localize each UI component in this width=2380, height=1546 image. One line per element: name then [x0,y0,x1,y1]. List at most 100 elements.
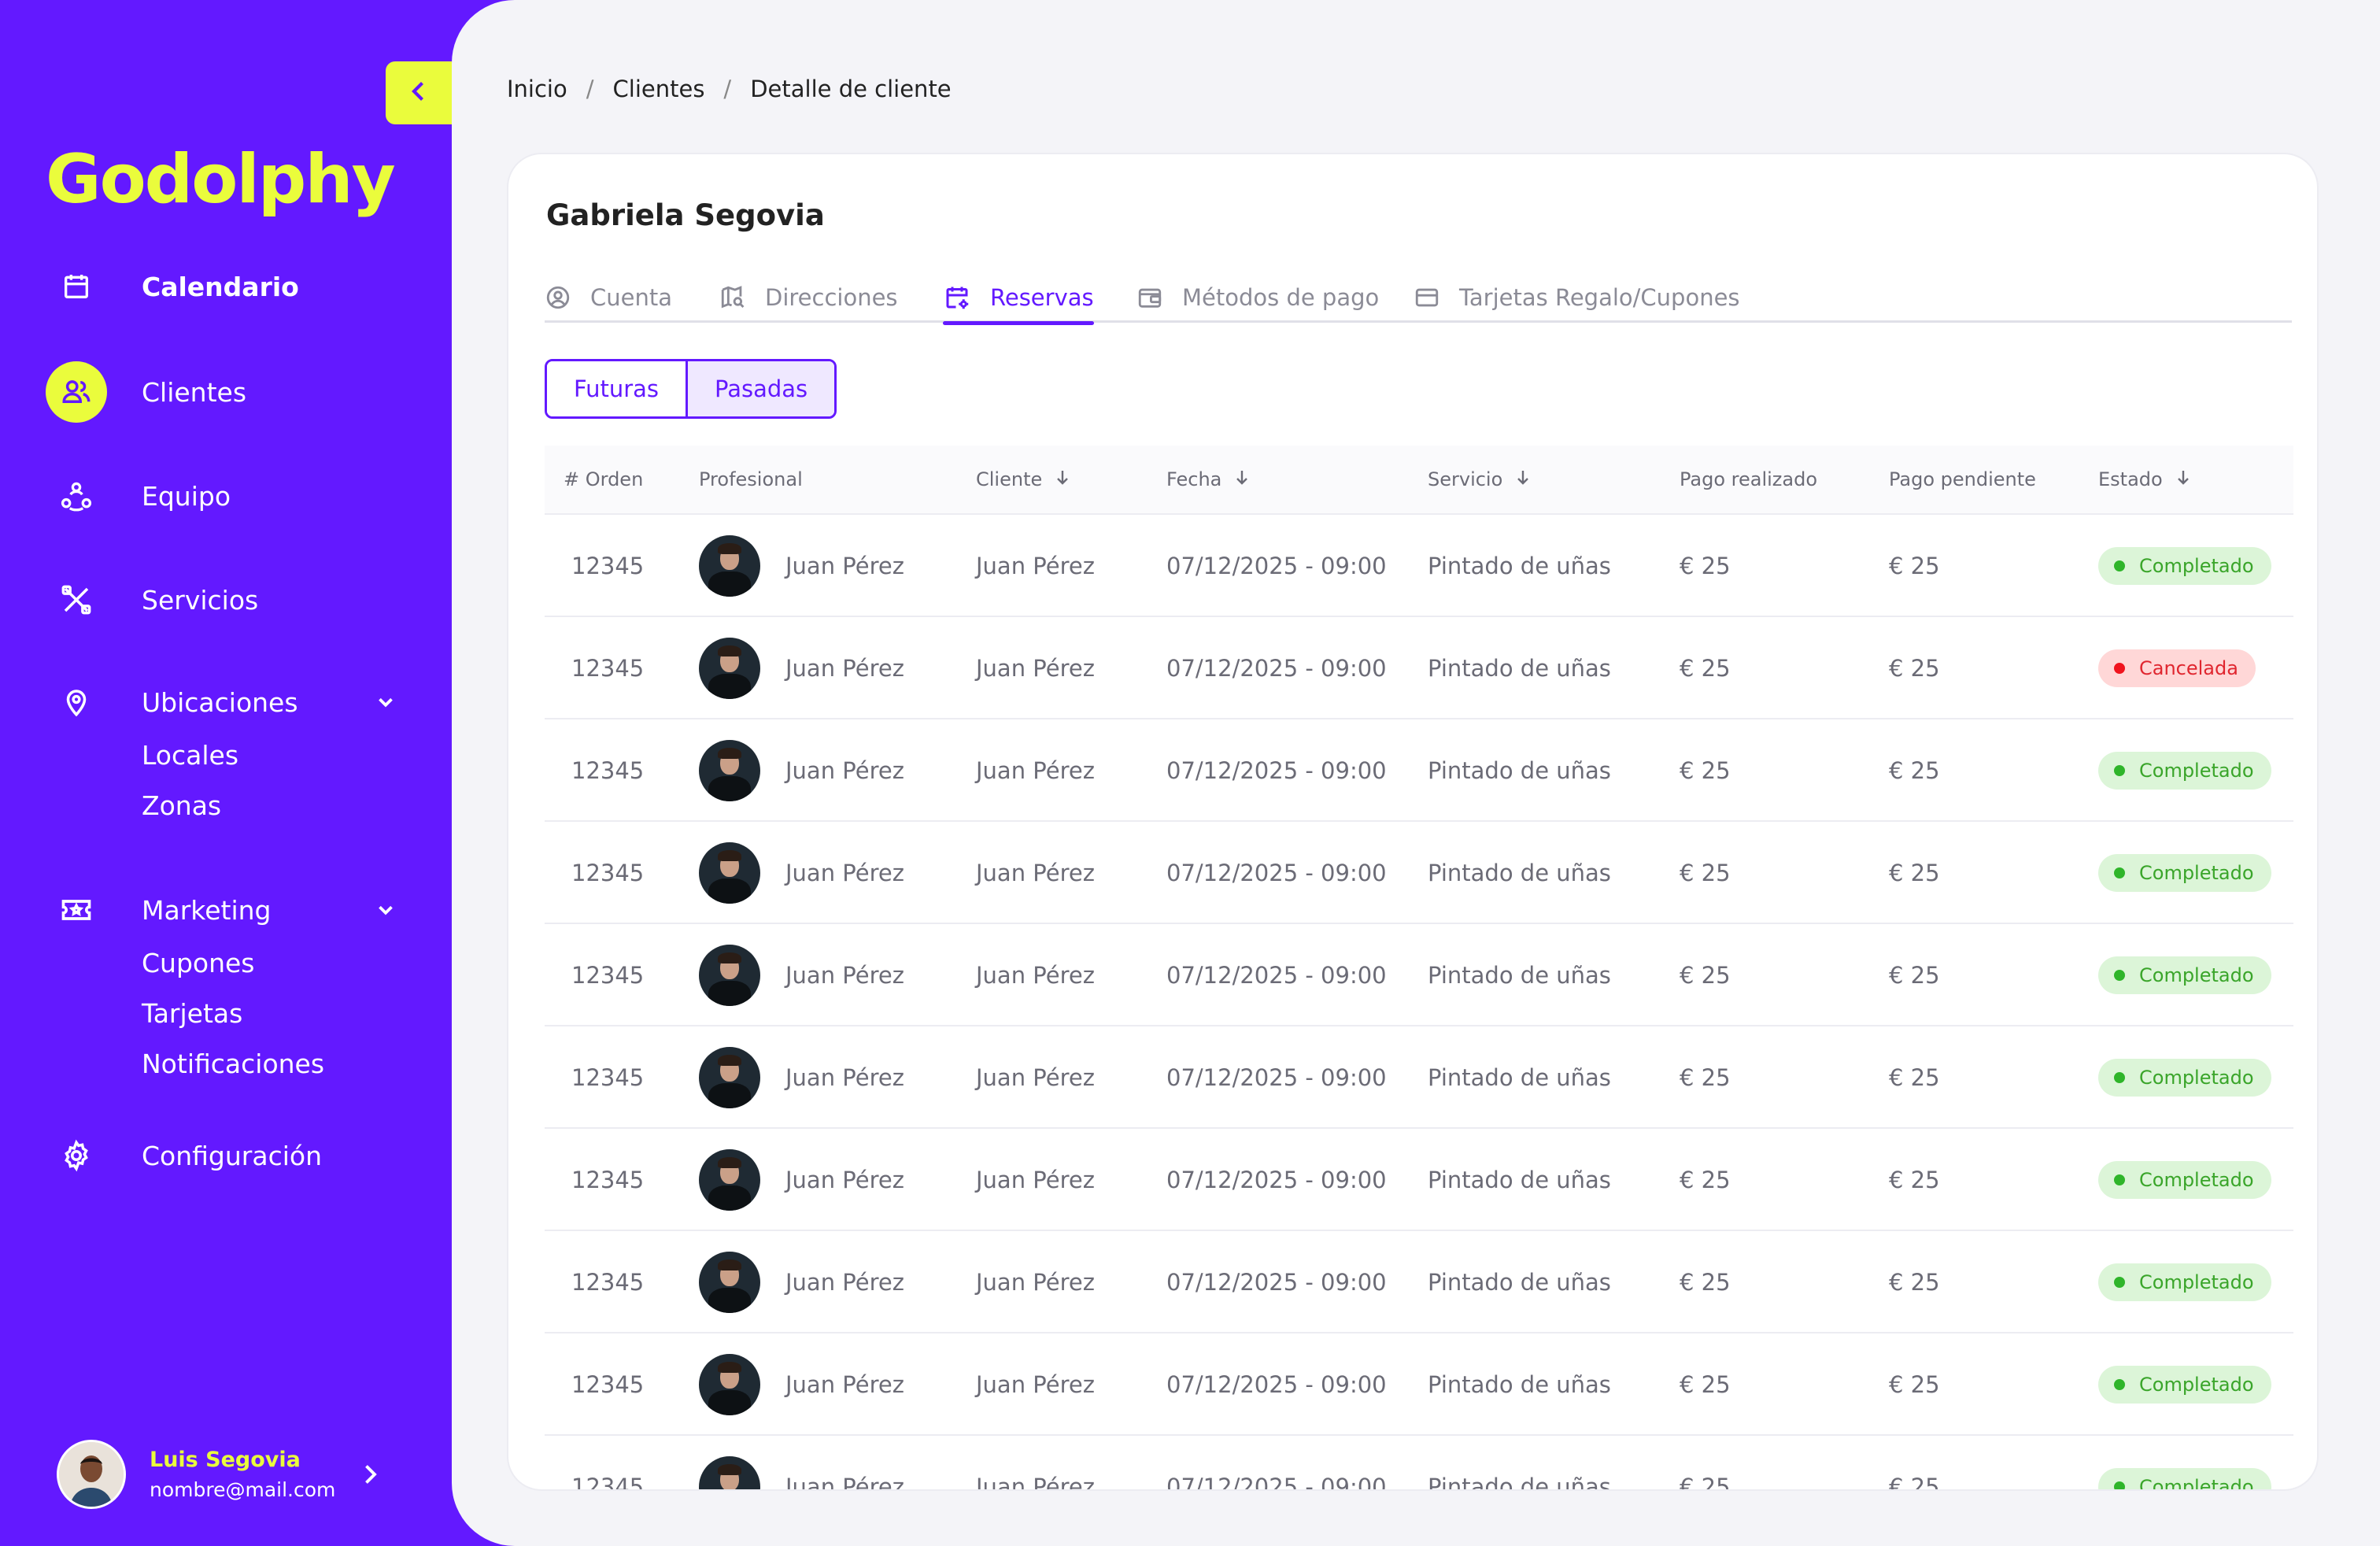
user-profile[interactable]: Luis Segovia nombre@mail.com [57,1439,387,1510]
cell-orden-text: 12345 [571,1167,645,1193]
sidebar-item-equipo[interactable]: Equipo [46,464,231,527]
sidebar-subitem-tarjetas[interactable]: Tarjetas [142,998,242,1029]
breadcrumb: Inicio / Clientes / Detalle de cliente [507,76,952,102]
column-header-orden: # Orden [564,468,644,490]
sidebar-subitem-zonas[interactable]: Zonas [142,790,221,821]
cell-servicio: Pintado de uñas [1428,924,1611,1026]
table-row[interactable]: 12345 Juan Pérez Juan Pérez 07/12/2025 - 09… [545,719,2293,822]
cell-fecha: 07/12/2025 - 09:00 [1166,515,1387,617]
tab-metodos-de-pago[interactable]: Métodos de pago [1136,272,1379,323]
cell-cliente-text: Juan Pérez [976,1371,1095,1398]
table-row[interactable]: 12345 Juan Pérez Juan Pérez 07/12/2025 - 09… [545,617,2293,719]
status-dot-icon [2114,970,2125,981]
breadcrumb-clientes[interactable]: Clientes [613,76,705,102]
tab-tarjetas-regalo[interactable]: Tarjetas Regalo/Cupones [1414,272,1740,323]
table-row[interactable]: 12345 Juan Pérez Juan Pérez 07/12/2025 - 09… [545,1333,2293,1436]
status-label: Completado [2139,760,2254,782]
sort-arrow-icon[interactable] [1053,468,1072,491]
avatar [699,1047,760,1108]
ticket-icon [46,879,107,941]
segment-pasadas[interactable]: Pasadas [686,361,835,416]
sidebar-item-ubicaciones[interactable]: Ubicaciones [46,671,298,734]
chevron-down-icon[interactable] [370,894,401,926]
cell-pago-pendiente: € 25 [1889,1129,1940,1231]
sidebar-item-label: Marketing [142,894,272,926]
cell-cliente-text: Juan Pérez [976,757,1095,784]
cell-pago-pendiente: € 25 [1889,719,1940,822]
cell-profesional: Juan Pérez [699,1436,904,1489]
table-row[interactable]: 12345 Juan Pérez Juan Pérez 07/12/2025 - 09… [545,822,2293,924]
column-header-fecha[interactable]: Fecha [1166,468,1251,491]
column-header-pago-realizado: Pago realizado [1680,468,1818,490]
cell-pago-pendiente: € 25 [1889,515,1940,617]
table-row[interactable]: 12345 Juan Pérez Juan Pérez 07/12/2025 - 09… [545,1026,2293,1129]
cell-cliente: Juan Pérez [976,1026,1095,1129]
status-badge: Completado [2098,956,2271,994]
cell-servicio: Pintado de uñas [1428,617,1611,719]
sort-arrow-icon[interactable] [2174,468,2193,491]
cell-pago-realizado-text: € 25 [1680,1371,1731,1398]
breadcrumb-inicio[interactable]: Inicio [507,76,567,102]
chevron-left-icon [405,76,433,110]
sort-arrow-icon[interactable] [1232,468,1251,491]
status-badge: Completado [2098,854,2271,892]
cell-estado: Completado [2098,1129,2271,1231]
column-header-servicio[interactable]: Servicio [1428,468,1532,491]
cell-servicio: Pintado de uñas [1428,719,1611,822]
tab-reservas[interactable]: Reservas [943,272,1094,325]
column-header-cliente[interactable]: Cliente [976,468,1072,491]
cell-profesional: Juan Pérez [699,1129,904,1231]
sidebar-subitem-notificaciones[interactable]: Notificaciones [142,1049,324,1079]
tab-cuenta[interactable]: Cuenta [545,272,672,323]
cell-cliente: Juan Pérez [976,515,1095,617]
cell-servicio-text: Pintado de uñas [1428,553,1611,579]
cell-profesional-text: Juan Pérez [785,757,904,784]
cell-servicio-text: Pintado de uñas [1428,860,1611,886]
cell-estado: Completado [2098,1436,2271,1489]
sidebar-item-marketing[interactable]: Marketing [46,878,271,941]
table-row[interactable]: 12345 Juan Pérez Juan Pérez 07/12/2025 - 09… [545,1436,2293,1489]
cell-pago-pendiente-text: € 25 [1889,1167,1940,1193]
tab-label: Reservas [990,284,1094,311]
cell-fecha: 07/12/2025 - 09:00 [1166,617,1387,719]
brand-logo: Godolphy [46,140,396,219]
cell-fecha: 07/12/2025 - 09:00 [1166,1436,1387,1489]
segment-futuras[interactable]: Futuras [547,361,686,416]
table-row[interactable]: 12345 Juan Pérez Juan Pérez 07/12/2025 - 09… [545,924,2293,1026]
column-header-estado[interactable]: Estado [2098,468,2193,491]
sidebar-item-clientes[interactable]: Clientes [46,361,246,423]
cell-pago-realizado-text: € 25 [1680,655,1731,682]
chevron-down-icon[interactable] [370,686,401,718]
cell-cliente: Juan Pérez [976,1231,1095,1333]
cell-profesional: Juan Pérez [699,515,904,617]
sidebar-subitem-locales[interactable]: Locales [142,740,238,771]
table-row[interactable]: 12345 Juan Pérez Juan Pérez 07/12/2025 - 09… [545,1129,2293,1231]
tab-direcciones[interactable]: Direcciones [719,272,898,323]
tab-label: Direcciones [765,284,898,311]
sort-arrow-icon[interactable] [1513,468,1532,491]
status-dot-icon [2114,1481,2125,1489]
table-row[interactable]: 12345 Juan Pérez Juan Pérez 07/12/2025 - 09… [545,1231,2293,1333]
page-title: Gabriela Segovia [546,198,825,232]
team-icon [46,465,107,527]
status-badge: Completado [2098,1366,2271,1404]
collapse-sidebar-button[interactable] [386,61,452,124]
location-pin-icon [46,671,107,733]
sidebar-item-servicios[interactable]: Servicios [46,568,258,631]
chevron-right-icon[interactable] [356,1459,384,1493]
avatar [699,842,760,904]
cell-cliente: Juan Pérez [976,617,1095,719]
column-header-profesional: Profesional [699,468,803,490]
cell-estado: Completado [2098,1333,2271,1436]
card-icon [1414,284,1440,311]
table-row[interactable]: 12345 Juan Pérez Juan Pérez 07/12/2025 - 09… [545,515,2293,617]
sidebar-item-calendario[interactable]: Calendario [46,255,299,318]
cell-profesional: Juan Pérez [699,719,904,822]
sidebar-item-configuracion[interactable]: Configuración [46,1124,322,1187]
sidebar-subitem-cupones[interactable]: Cupones [142,948,255,978]
sidebar-item-label: Clientes [142,376,247,408]
table-header: # Orden Profesional Cliente Fecha Servic… [545,446,2293,515]
status-label: Completado [2139,862,2254,884]
status-badge: Completado [2098,752,2271,790]
cell-fecha: 07/12/2025 - 09:00 [1166,1129,1387,1231]
